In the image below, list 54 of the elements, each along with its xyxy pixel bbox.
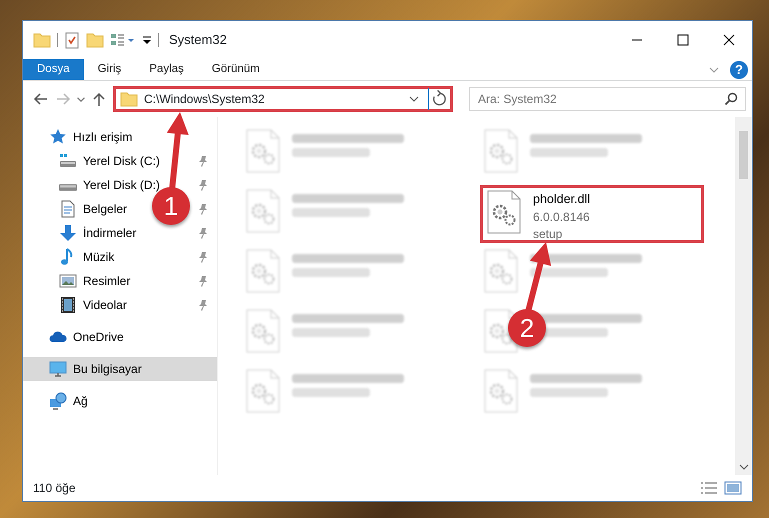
large-icons-view-icon[interactable] bbox=[724, 481, 742, 495]
search-field[interactable]: Ara: System32 bbox=[469, 87, 746, 111]
document-icon bbox=[59, 200, 77, 218]
sidebar-item[interactable]: Videolar bbox=[59, 296, 127, 314]
sidebar-item[interactable]: OneDrive bbox=[49, 328, 124, 346]
pin-icon[interactable] bbox=[197, 154, 209, 168]
sidebar-item[interactable]: Müzik bbox=[59, 248, 114, 266]
ribbon-tab[interactable]: Paylaş bbox=[135, 59, 198, 80]
scrollbar[interactable] bbox=[735, 117, 752, 475]
pin-icon[interactable] bbox=[197, 178, 209, 192]
search-icon bbox=[724, 92, 738, 106]
folder-icon bbox=[120, 90, 138, 108]
drive-icon bbox=[59, 184, 77, 190]
up-arrow-icon[interactable] bbox=[91, 91, 107, 107]
recent-caret-icon[interactable] bbox=[77, 96, 85, 102]
sidebar-item[interactable]: Ağ bbox=[49, 392, 88, 410]
sidebar-item[interactable]: Belgeler bbox=[59, 200, 128, 218]
monitor-icon bbox=[49, 360, 67, 378]
ribbon-tab[interactable]: Giriş bbox=[84, 59, 136, 80]
sidebar-item[interactable]: İndirmeler bbox=[59, 224, 136, 242]
pin-icon[interactable] bbox=[197, 250, 209, 264]
sidebar-item[interactable]: Hızlı erişim bbox=[49, 128, 132, 146]
pin-icon[interactable] bbox=[197, 226, 209, 240]
file-item[interactable]: pholder.dll 6.0.0.8146 setup bbox=[480, 185, 704, 243]
file-name: pholder.dll bbox=[533, 191, 590, 208]
maximize-icon[interactable] bbox=[677, 34, 689, 46]
item-count: 110 öğe bbox=[33, 480, 76, 497]
back-arrow-icon[interactable] bbox=[33, 91, 49, 107]
pin-icon[interactable] bbox=[197, 202, 209, 216]
address-field[interactable]: C:\Windows\System32 bbox=[113, 86, 453, 112]
picture-icon bbox=[59, 272, 77, 290]
details-view-icon[interactable] bbox=[700, 481, 718, 495]
pin-icon[interactable] bbox=[197, 274, 209, 288]
file-detail: setup bbox=[533, 226, 564, 243]
file-detail: 6.0.0.8146 bbox=[533, 208, 590, 226]
ribbon-tab[interactable]: Görünüm bbox=[198, 59, 274, 80]
close-icon[interactable] bbox=[723, 34, 735, 46]
pin-icon[interactable] bbox=[197, 298, 209, 312]
sidebar-item[interactable]: Yerel Disk (C:) bbox=[59, 152, 160, 170]
ribbon-tab[interactable]: Dosya bbox=[23, 59, 84, 80]
help-button[interactable]: ? bbox=[730, 60, 748, 78]
drive-icon bbox=[59, 152, 77, 170]
sidebar-item[interactable]: Resimler bbox=[59, 272, 130, 290]
download-arrow-icon bbox=[59, 224, 77, 242]
film-icon bbox=[59, 296, 77, 314]
window-title: System32 bbox=[169, 31, 227, 50]
network-icon bbox=[49, 392, 67, 410]
star-icon bbox=[49, 128, 67, 146]
scroll-thumb[interactable] bbox=[739, 131, 748, 179]
scroll-down-icon[interactable] bbox=[738, 463, 748, 471]
dll-file-icon bbox=[487, 190, 521, 234]
view-dropdown-icon[interactable] bbox=[110, 32, 136, 48]
customize-caret-icon[interactable] bbox=[142, 34, 152, 46]
properties-icon[interactable] bbox=[64, 31, 80, 49]
